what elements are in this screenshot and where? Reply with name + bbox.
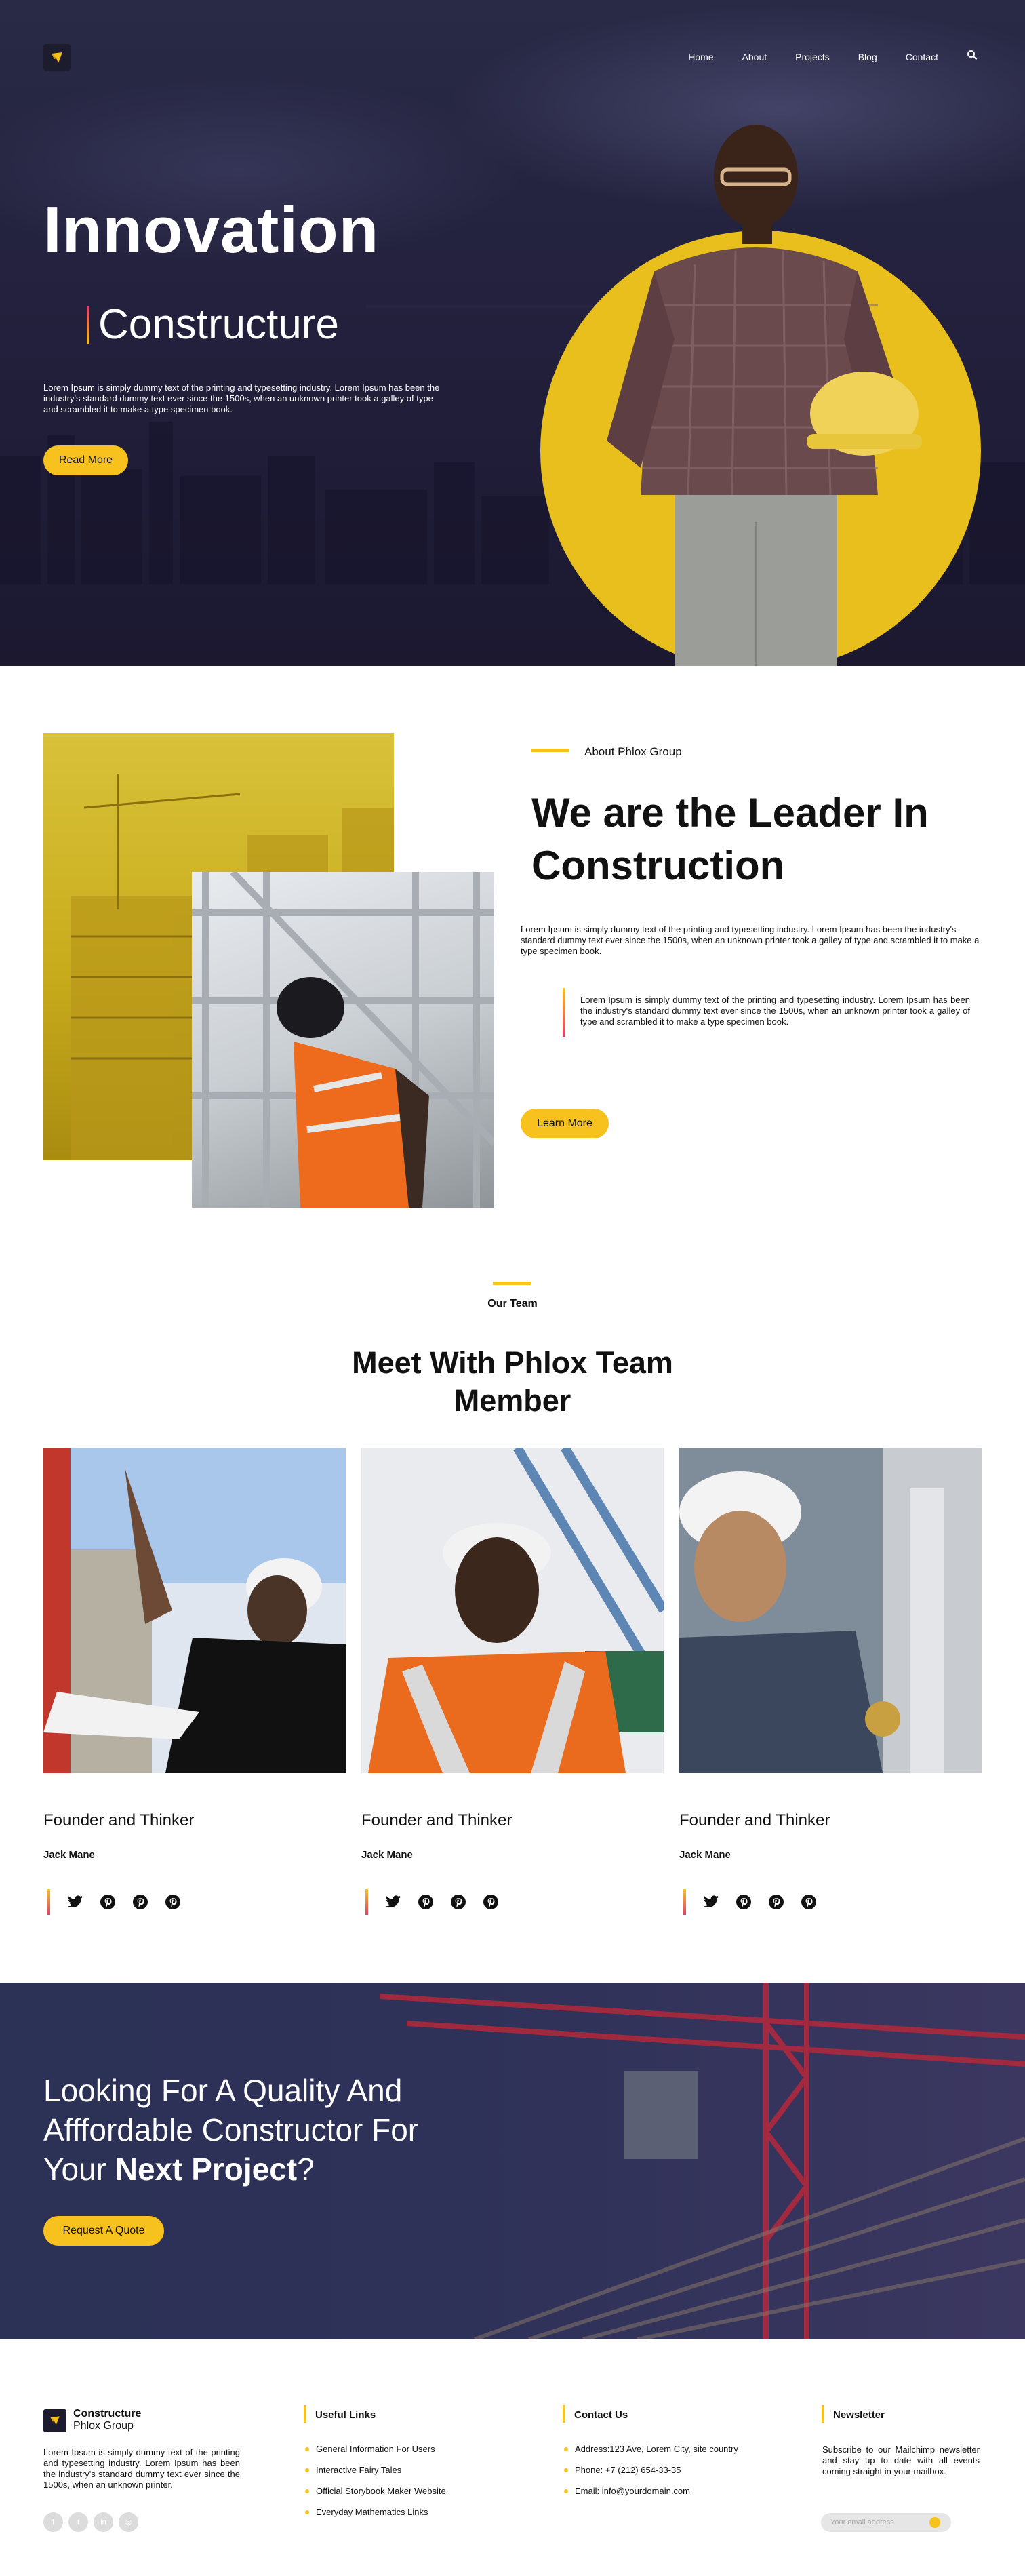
team-member-name: Jack Mane [679,1849,731,1861]
footer-phone[interactable]: Phone: +7 (212) 654-33-35 [564,2465,738,2476]
footer-social-links: f t in ◎ [43,2512,138,2532]
footer-email[interactable]: Email: info@yourdomain.com [564,2486,738,2497]
pinterest-icon[interactable] [449,1893,467,1911]
pinterest-icon[interactable] [767,1893,785,1911]
footer-link[interactable]: Everyday Mathematics Links [305,2507,446,2518]
hero-subtitle-accent-bar [87,306,89,344]
footer-contact-title: Contact Us [574,2409,628,2421]
cta-title-line-1: Looking For A Quality And [43,2073,403,2108]
cta-title-line-2: Afffordable Constructor For [43,2112,419,2147]
logo-icon [50,2416,60,2425]
pinterest-icon[interactable] [99,1893,117,1911]
team-title: Meet With Phlox Team Member [352,1345,673,1418]
about-paragraph: Lorem Ipsum is simply dummy text of the … [521,924,980,956]
hero-worker-image [607,125,922,666]
pinterest-icon[interactable] [132,1893,149,1911]
footer-brand-name: Constructure [73,2408,142,2419]
hero-description: Lorem Ipsum is simply dummy text of the … [43,382,440,414]
about-quote: Lorem Ipsum is simply dummy text of the … [580,995,970,1027]
read-more-button[interactable]: Read More [43,445,128,475]
team-member-photo [361,1448,664,1773]
social-accent-bar [365,1889,368,1915]
footer-newsletter-title: Newsletter [833,2409,885,2421]
team-member-role: Founder and Thinker [361,1811,512,1829]
footer-heading-accent [563,2405,565,2423]
team-accent-line [493,1282,531,1285]
footer-logo[interactable] [43,2409,66,2432]
twitter-icon[interactable] [702,1893,720,1911]
nav-about[interactable]: About [742,52,767,62]
footer-useful-links-title: Useful Links [315,2409,376,2421]
nav-contact[interactable]: Contact [906,52,938,62]
footer-heading-accent [822,2405,824,2423]
pinterest-icon[interactable] [482,1893,500,1911]
footer-useful-links: General Information For Users Interactiv… [305,2444,446,2528]
pinterest-icon[interactable] [417,1893,435,1911]
footer-newsletter-text: Subscribe to our Mailchimp newsletter an… [822,2444,980,2476]
page: Home About Projects Blog Contact Innovat… [0,0,1025,2576]
request-quote-button[interactable]: Request A Quote [43,2216,164,2246]
site-logo[interactable] [43,44,71,71]
about-label: About Phlox Group [584,745,682,758]
newsletter-submit-button[interactable] [929,2517,940,2528]
hero-title: Innovation [43,194,380,266]
team-member-social [683,1889,818,1915]
footer-link[interactable]: General Information For Users [305,2444,446,2455]
linkedin-icon[interactable]: in [94,2512,113,2532]
nav-projects[interactable]: Projects [795,52,830,62]
footer-address: Address:123 Ave, Lorem City, site countr… [564,2444,738,2455]
twitter-icon[interactable] [66,1893,84,1911]
twitter-icon[interactable] [384,1893,402,1911]
logo-icon [52,52,62,63]
about-worker-image [192,872,494,1208]
instagram-icon[interactable]: ◎ [119,2512,138,2532]
twitter-icon[interactable]: t [68,2512,88,2532]
footer-link[interactable]: Official Storybook Maker Website [305,2486,446,2497]
cta-title: Looking For A Quality And Afffordable Co… [43,2071,518,2189]
cta-title-highlight: Next Project [115,2152,298,2187]
pinterest-icon[interactable] [800,1893,818,1911]
nav-blog[interactable]: Blog [858,52,877,62]
hero-subtitle: Constructure [98,301,339,348]
hero-section: Home About Projects Blog Contact Innovat… [0,0,1025,666]
about-title: We are the Leader In Construction [531,790,929,888]
facebook-icon[interactable]: f [43,2512,63,2532]
main-nav: Home About Projects Blog Contact [688,49,978,64]
team-member-role: Founder and Thinker [43,1811,195,1829]
team-member-social [47,1889,182,1915]
learn-more-button[interactable]: Learn More [521,1109,609,1138]
team-member-name: Jack Mane [361,1849,413,1861]
team-member-name: Jack Mane [43,1849,95,1861]
about-accent-line [531,749,569,752]
nav-home[interactable]: Home [688,52,713,62]
footer-heading-accent [304,2405,306,2423]
team-member-photo [43,1448,346,1773]
footer-brand-subtitle: Phlox Group [73,2420,134,2432]
footer-link[interactable]: Interactive Fairy Tales [305,2465,446,2476]
team-member-photo [679,1448,982,1773]
footer-description: Lorem Ipsum is simply dummy text of the … [43,2447,240,2490]
team-label: Our Team [487,1298,538,1309]
team-member-social [365,1889,500,1915]
pinterest-icon[interactable] [164,1893,182,1911]
pinterest-icon[interactable] [735,1893,752,1911]
cta-title-line-3-post: ? [297,2152,315,2187]
quote-accent-bar [563,988,565,1037]
footer-contact-list: Address:123 Ave, Lorem City, site countr… [564,2444,738,2507]
team-member-role: Founder and Thinker [679,1811,830,1829]
social-accent-bar [683,1889,686,1915]
social-accent-bar [47,1889,50,1915]
search-icon[interactable] [967,49,978,64]
cta-title-line-3-pre: Your [43,2152,115,2187]
